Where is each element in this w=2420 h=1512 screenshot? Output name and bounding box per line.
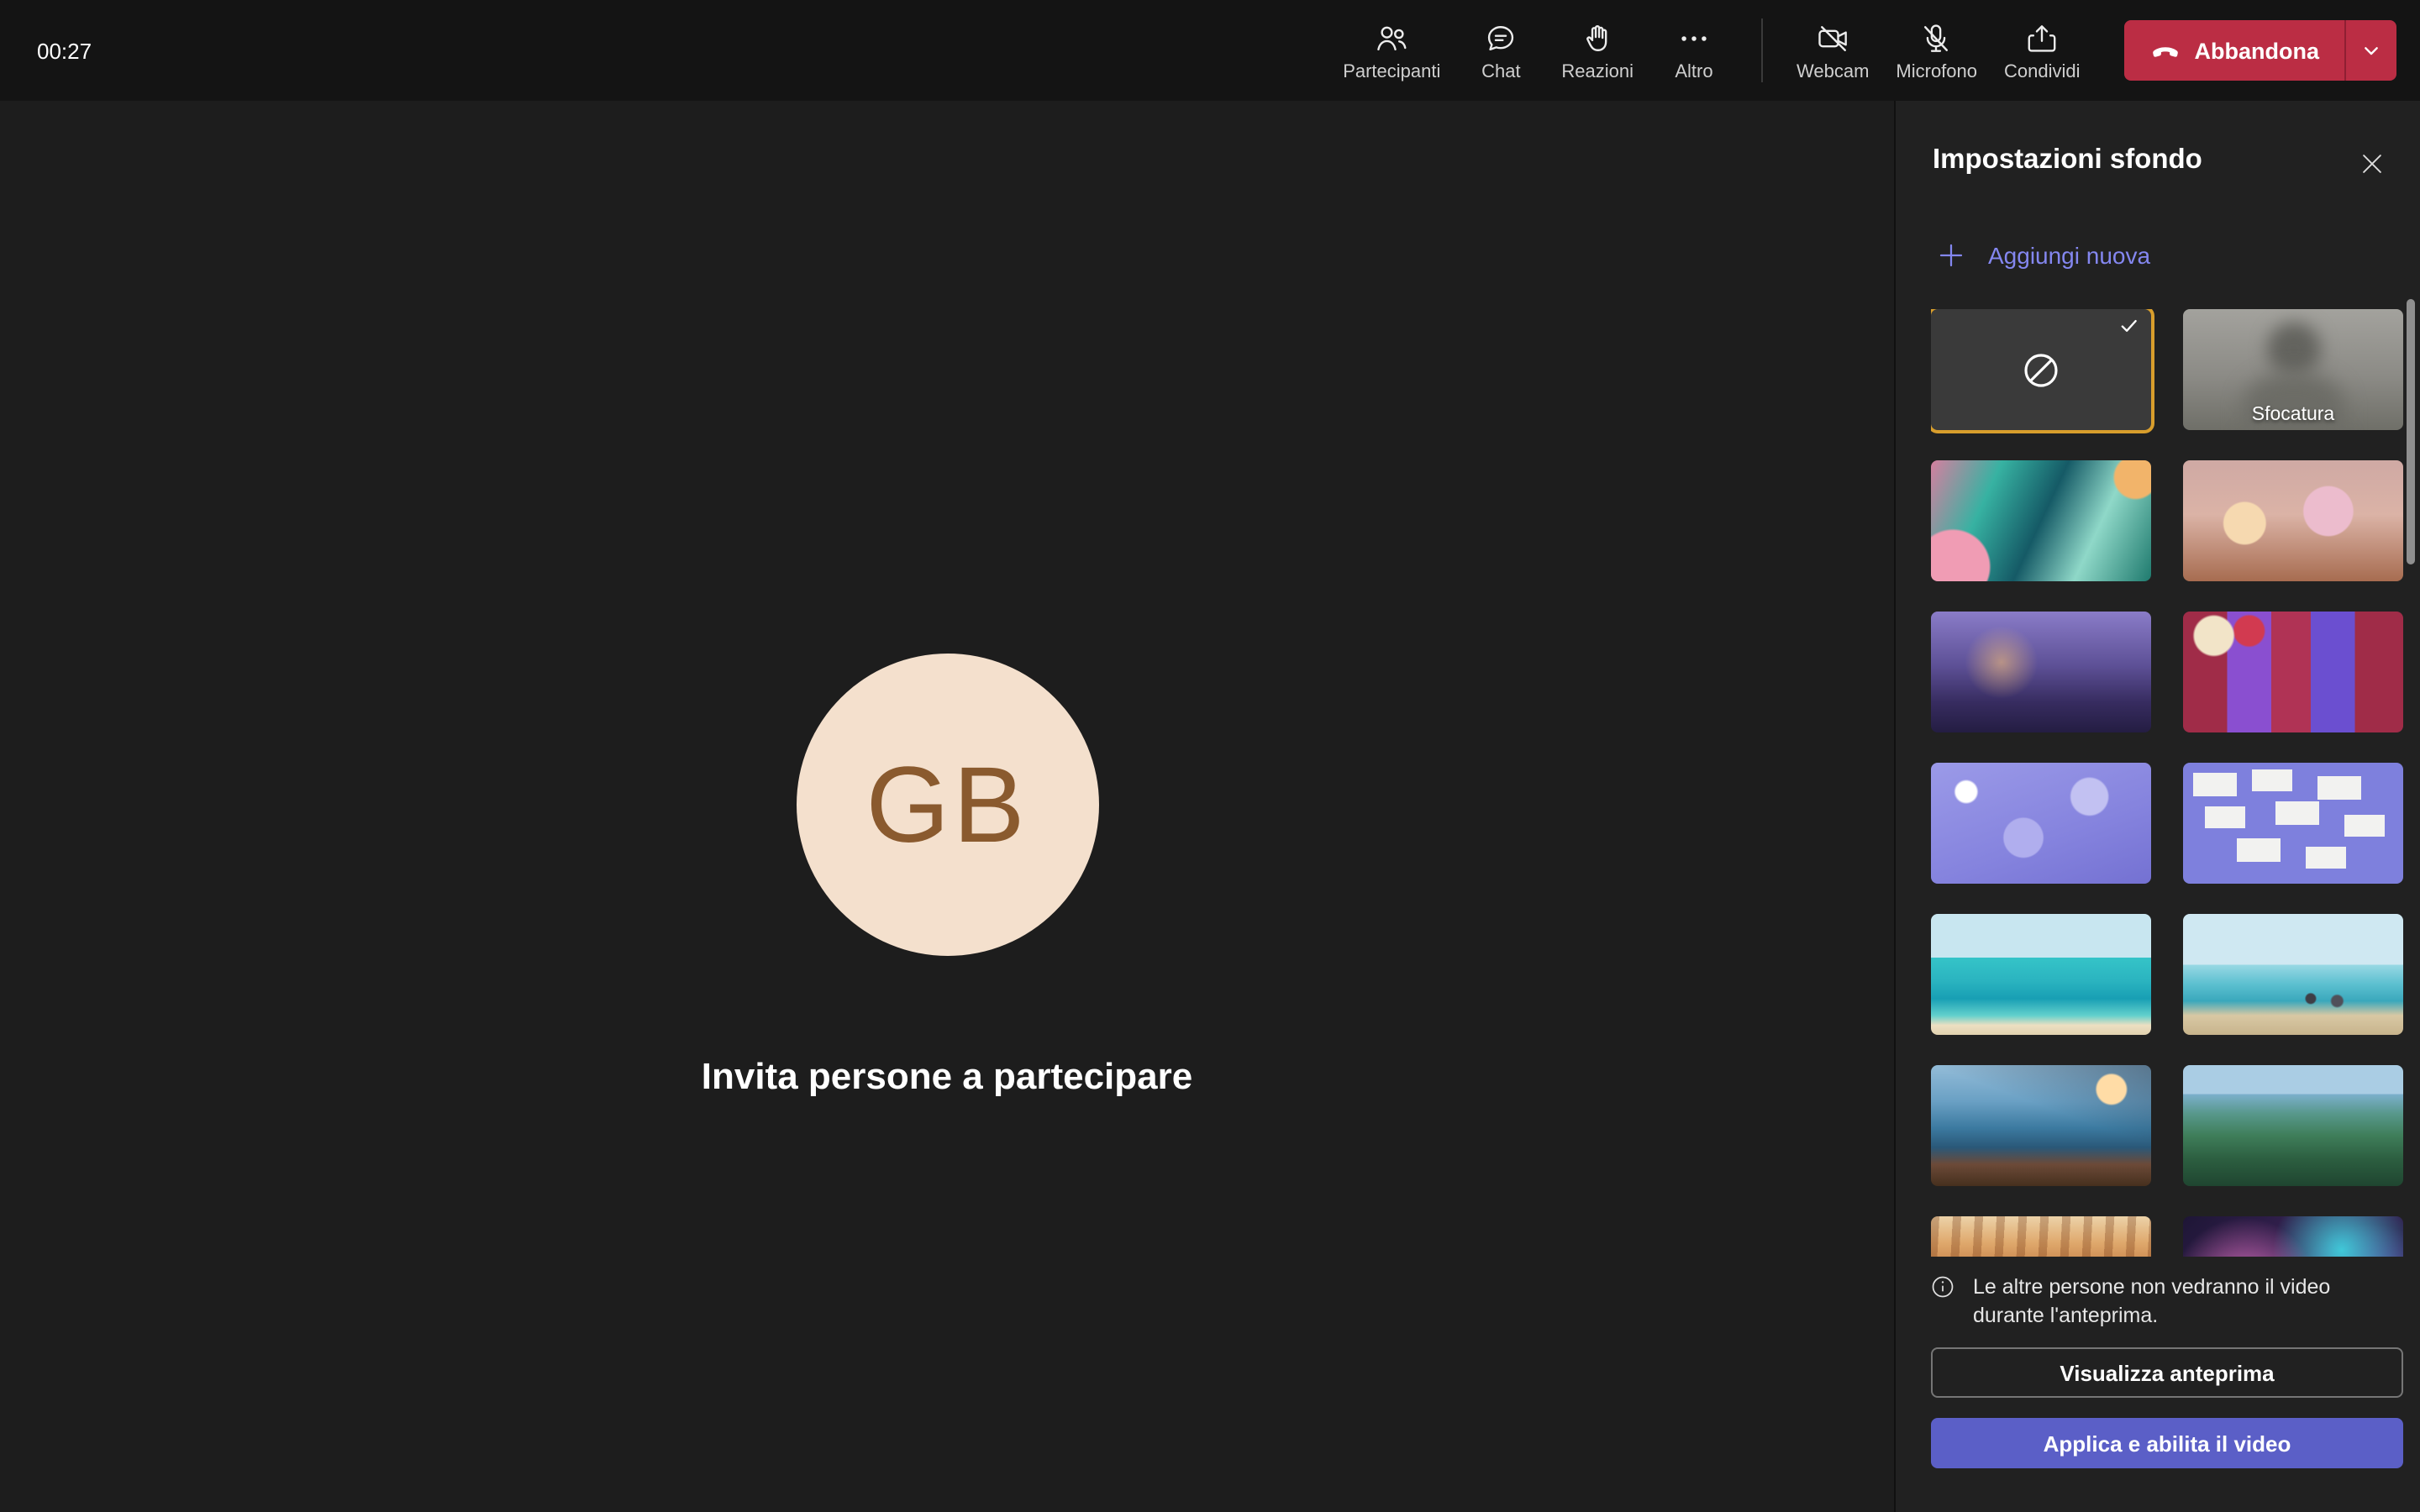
leave-button[interactable]: Abbandona [2124,20,2345,81]
toolbar-actions: Partecipanti Chat Reazioni Altro [1333,7,2396,94]
selected-check-icon [2118,314,2141,338]
background-tile-purple-fluffy[interactable] [1931,763,2151,884]
add-new-label: Aggiungi nuova [1988,242,2150,269]
background-tile-modern-shelves[interactable] [2183,612,2403,732]
leave-split-button: Abbandona [2124,20,2397,81]
blurred-person-head [2266,323,2320,376]
participants-button[interactable]: Partecipanti [1333,7,1450,94]
panel-title: Impostazioni sfondo [1933,144,2202,176]
background-tile-beach-boat[interactable] [2183,914,2403,1035]
chevron-down-icon [2358,37,2385,64]
microphone-off-icon [1918,19,1955,56]
webcam-off-icon [1814,19,1851,56]
teams-meeting-window: 00:27 Partecipanti Chat Reazioni [0,0,2420,1512]
meeting-stage: GB Invita persone a partecipare [0,101,1894,1512]
background-tile-mountain-valley[interactable] [2183,1065,2403,1186]
background-tile-abstract-waves[interactable] [1931,460,2151,581]
background-tile-sticky-notes[interactable] [2183,763,2403,884]
background-label: Sfocatura [2183,405,2403,425]
participants-label: Partecipanti [1343,61,1440,81]
background-tile-canyon[interactable] [1931,1216,2151,1257]
hang-up-phone-icon [2149,34,2181,66]
background-tile-none[interactable] [1931,309,2151,430]
background-tile-ocean-cliffs[interactable] [1931,1065,2151,1186]
close-panel-button[interactable] [2346,138,2396,188]
microphone-toggle-button[interactable]: Microfono [1886,7,1987,94]
reactions-label: Reazioni [1561,61,1634,81]
chat-label: Chat [1481,61,1521,81]
meeting-toolbar: 00:27 Partecipanti Chat Reazioni [0,0,2420,101]
share-label: Condividi [2004,61,2081,81]
panel-scrollbar-thumb[interactable] [2407,299,2415,564]
preview-info: Le altre persone non vedranno il video d… [1929,1273,2396,1331]
plus-icon [1936,240,1966,270]
more-label: Altro [1675,61,1712,81]
preview-info-text: Le altre persone non vedranno il video d… [1973,1273,2396,1331]
participants-icon [1373,19,1410,56]
invite-message: Invita persone a partecipare [0,1055,1894,1099]
more-ellipsis-icon [1676,19,1712,56]
preview-button[interactable]: Visualizza anteprima [1931,1347,2403,1398]
close-icon [2357,149,2386,177]
share-screen-icon [2023,19,2060,56]
reactions-hand-icon [1579,19,1616,56]
share-button[interactable]: Condividi [1994,7,2091,94]
background-tile-blur[interactable]: Sfocatura [2183,309,2403,430]
leave-options-button[interactable] [2344,20,2396,81]
webcam-toggle-button[interactable]: Webcam [1786,7,1879,94]
background-tile-tropical-beach[interactable] [1931,914,2151,1035]
toolbar-divider [1761,18,1763,82]
microphone-label: Microfono [1896,61,1977,81]
no-background-icon [2018,347,2064,392]
apply-enable-video-button[interactable]: Applica e abilita il video [1931,1418,2403,1468]
avatar: GB [796,654,1098,956]
background-grid: Sfocatura [1931,309,2403,1257]
leave-label: Abbandona [2195,38,2320,63]
add-new-background-button[interactable]: Aggiungi nuova [1926,239,2160,272]
background-tile-birthday[interactable] [2183,460,2403,581]
webcam-label: Webcam [1797,61,1869,81]
more-button[interactable]: Altro [1650,7,1738,94]
background-tile-living-room[interactable] [1931,612,2151,732]
chat-icon [1482,19,1519,56]
background-tile-galaxy[interactable] [2183,1216,2403,1257]
background-settings-panel: Impostazioni sfondo Aggiungi nuova Sfoca… [1894,101,2420,1512]
reactions-button[interactable]: Reazioni [1551,7,1644,94]
chat-button[interactable]: Chat [1457,7,1544,94]
meeting-timer: 00:27 [37,38,92,63]
info-icon [1929,1273,1956,1300]
avatar-initials: GB [866,743,1028,867]
